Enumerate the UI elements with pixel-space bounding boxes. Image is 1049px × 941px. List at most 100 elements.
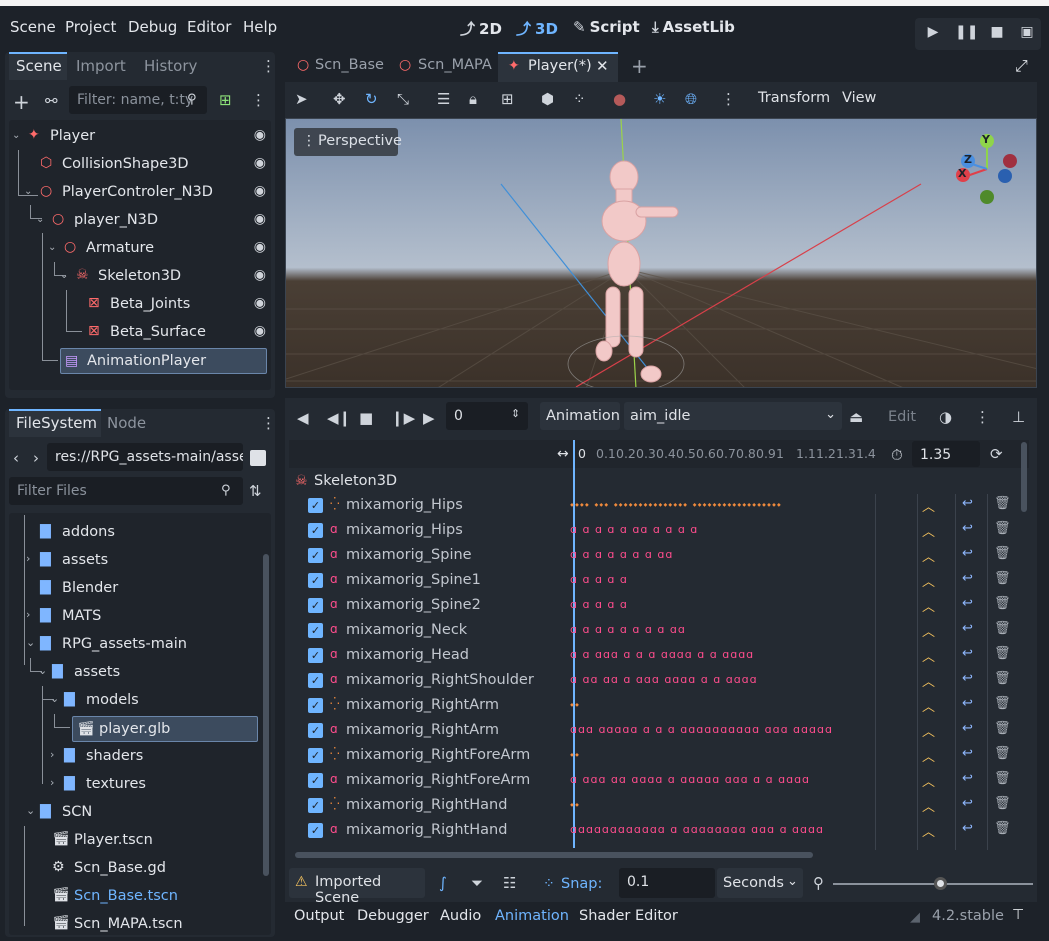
fs-item-addons[interactable]: ▇ addons — [10, 519, 262, 547]
expand-bottom-panel-icon[interactable]: ⊤ — [1012, 907, 1024, 923]
loop-wrap-icon[interactable]: ↩ — [962, 796, 973, 811]
imported-scene-warning[interactable]: ⚠ Imported Scene — [289, 868, 425, 906]
track-enabled-checkbox[interactable]: ✓ — [308, 773, 323, 788]
zoom-icon[interactable]: ⚲ — [813, 874, 824, 892]
interpolation-icon[interactable]: ︿ — [922, 746, 935, 765]
group-icon[interactable]: ⊞ — [501, 90, 514, 108]
list-select-icon[interactable]: ☰ — [437, 90, 450, 108]
tab-scene[interactable]: Scene — [16, 57, 62, 75]
trash-icon[interactable]: 🗑︎ — [994, 821, 1011, 836]
path-field[interactable]: res://RPG_assets-main/asse — [47, 443, 243, 471]
track-keyframes[interactable]: ɑ ɑ ɑ ɑ ɑ ɑɑ ɑ ɑ ɑ ɑ — [570, 523, 850, 536]
track-enabled-checkbox[interactable]: ✓ — [308, 623, 323, 638]
interpolation-icon[interactable]: ︿ — [922, 721, 935, 740]
snap-value-field[interactable]: 0.1 — [619, 868, 715, 898]
fs-item-models[interactable]: ⌄ ▇ models — [10, 687, 262, 715]
sort-icon[interactable]: ⇅ — [249, 482, 262, 500]
track-enabled-checkbox[interactable]: ✓ — [308, 798, 323, 813]
menu-scene[interactable]: Scene — [10, 18, 56, 36]
chevron-down-icon[interactable]: ⌄ — [50, 692, 59, 705]
bottom-tab-debugger[interactable]: Debugger — [357, 908, 429, 924]
fs-item-player-tscn[interactable]: 🎬︎ Player.tscn — [10, 827, 262, 855]
scene-node-collisionshape3d[interactable]: ⬡ CollisionShape3D ◉ — [8, 151, 270, 179]
visibility-eye-icon[interactable]: ◉ — [254, 267, 266, 283]
track-keyframes[interactable]: ɑ ɑ ɑ ɑ ɑ ɑ ɑ ɑɑ — [570, 548, 850, 561]
scene-node-player-n3d[interactable]: ⌄ ○ player_N3D ◉ — [8, 207, 270, 235]
chevron-right-icon[interactable]: › — [50, 748, 54, 761]
trash-icon[interactable]: 🗑︎ — [994, 496, 1011, 511]
interpolation-icon[interactable]: ︿ — [922, 521, 935, 540]
transform-menu[interactable]: Transform — [758, 90, 830, 106]
trash-icon[interactable]: 🗑︎ — [994, 671, 1011, 686]
snap-unit-select[interactable]: Seconds ⌄ — [717, 868, 803, 898]
menu-project[interactable]: Project — [65, 18, 116, 36]
track-keyframes[interactable]: ɑ ɑ ɑ ɑ ɑ — [570, 573, 850, 586]
file-tree-scrollbar[interactable] — [263, 554, 269, 876]
back-icon[interactable]: ‹ — [13, 449, 19, 467]
fs-item-mats[interactable]: › ▇ MATS — [10, 603, 262, 631]
tab-scn-mapa[interactable]: Scn_MAPA — [418, 57, 492, 73]
scene-node-beta-joints[interactable]: ⊠ Beta_Joints ◉ — [8, 291, 270, 319]
rotate-tool-icon[interactable]: ↻ — [365, 90, 378, 108]
fs-item-scn[interactable]: ⌄ ▇ SCN — [10, 799, 262, 827]
interpolation-icon[interactable]: ︿ — [922, 496, 935, 515]
interpolation-icon[interactable]: ︿ — [922, 671, 935, 690]
track-enabled-checkbox[interactable]: ✓ — [308, 648, 323, 663]
scene-node-player[interactable]: ⌄ ✦ Player ◉ — [8, 123, 270, 151]
loop-wrap-icon[interactable]: ↩ — [962, 821, 973, 836]
stop-icon[interactable]: ■ — [987, 24, 1007, 44]
loop-wrap-icon[interactable]: ↩ — [962, 596, 973, 611]
close-icon[interactable]: ✕ — [596, 57, 609, 75]
scene-node-playercontroler[interactable]: ⌄ ○ PlayerControler_N3D ◉ — [8, 179, 270, 207]
interpolation-icon[interactable]: ︿ — [922, 696, 935, 715]
chevron-down-icon[interactable]: ⌄ — [26, 804, 35, 817]
visibility-eye-icon[interactable]: ◉ — [254, 183, 266, 199]
loop-wrap-icon[interactable]: ↩ — [962, 746, 973, 761]
remote-debug-icon[interactable]: ▣ — [1017, 24, 1037, 44]
animation-menu[interactable]: Animation — [540, 402, 620, 430]
animation-track-row[interactable]: ✓ ɑ mixamorig_Head ɑ ɑ ɑɑɑ ɑ ɑ ɑ ɑɑɑɑ ɑ ɑ ɑ… — [296, 644, 1016, 669]
add-tab-icon[interactable]: + — [631, 54, 648, 78]
interpolation-icon[interactable]: ︿ — [922, 596, 935, 615]
filter-icon[interactable]: ⏷ — [471, 874, 483, 892]
zoom-slider-thumb[interactable] — [934, 877, 947, 890]
viewport-3d[interactable]: ⋮ Perspective Y X Z — [285, 118, 1037, 388]
loop-icon[interactable]: ⟳ — [990, 445, 1003, 463]
tracks-vscroll[interactable] — [1021, 442, 1027, 512]
trash-icon[interactable]: 🗑︎ — [994, 696, 1011, 711]
tab-filesystem[interactable]: FileSystem — [16, 414, 97, 432]
track-enabled-checkbox[interactable]: ✓ — [308, 673, 323, 688]
scene-node-animationplayer[interactable]: ▤ AnimationPlayer — [60, 348, 267, 374]
loop-wrap-icon[interactable]: ↩ — [962, 771, 973, 786]
trash-icon[interactable]: 🗑︎ — [994, 796, 1011, 811]
camera-preview-icon[interactable]: ● — [613, 90, 626, 108]
workspace-3d[interactable]: ⤴ 3D — [516, 18, 558, 39]
tab-scn-base[interactable]: Scn_Base — [315, 57, 384, 73]
view-gizmo[interactable]: Y X Z — [950, 131, 1020, 209]
dock-menu-icon[interactable]: ⋮ — [261, 414, 276, 432]
tab-history[interactable]: History — [144, 57, 197, 75]
filter-files-input[interactable]: Filter Files — [9, 477, 243, 505]
play-backwards-icon[interactable]: ◀❙ — [327, 409, 351, 427]
timeline-width-icon[interactable]: ↔ — [557, 446, 569, 462]
track-enabled-checkbox[interactable]: ✓ — [308, 498, 323, 513]
view-menu[interactable]: View — [842, 90, 876, 106]
track-keyframes[interactable]: ɑ ɑɑɑ ɑɑ ɑɑɑɑ ɑ ɑɑɑɑɑ ɑɑɑ ɑ ɑ ɑɑɑɑ — [570, 773, 850, 786]
environment-preview-icon[interactable]: 🌐︎ — [685, 90, 697, 108]
split-mode-icon[interactable] — [250, 450, 266, 466]
loop-wrap-icon[interactable]: ↩ — [962, 671, 973, 686]
track-keyframes[interactable]: ⬩⬩ — [570, 748, 850, 762]
track-enabled-checkbox[interactable]: ✓ — [308, 748, 323, 763]
animation-track-row[interactable]: ✓ ɑ mixamorig_Spine2 ɑ ɑ ɑ ɑ ɑ ︿ ↩ 🗑︎ — [296, 594, 1016, 619]
chevron-right-icon[interactable]: › — [26, 552, 30, 565]
interpolation-icon[interactable]: ︿ — [922, 546, 935, 565]
loop-wrap-icon[interactable]: ↩ — [962, 621, 973, 636]
scale-tool-icon[interactable]: ⤡ — [397, 90, 409, 108]
track-keyframes[interactable]: ɑɑɑɑɑɑɑɑɑɑɑɑ ɑ ɑɑɑɑɑɑɑɑ ɑɑɑ ɑ ɑɑɑɑ — [570, 823, 850, 836]
trash-icon[interactable]: 🗑︎ — [994, 721, 1011, 736]
animation-track-row[interactable]: ✓ ⁛ mixamorig_Hips ⬩⬩⬩⬩ ⬩⬩⬩ ⬩⬩⬩⬩⬩⬩⬩⬩⬩⬩⬩⬩⬩⬩⬩… — [296, 494, 1016, 519]
trash-icon[interactable]: 🗑︎ — [994, 646, 1011, 661]
loop-wrap-icon[interactable]: ↩ — [962, 571, 973, 586]
track-enabled-checkbox[interactable]: ✓ — [308, 573, 323, 588]
track-list-icon[interactable]: ☷ — [503, 874, 516, 892]
